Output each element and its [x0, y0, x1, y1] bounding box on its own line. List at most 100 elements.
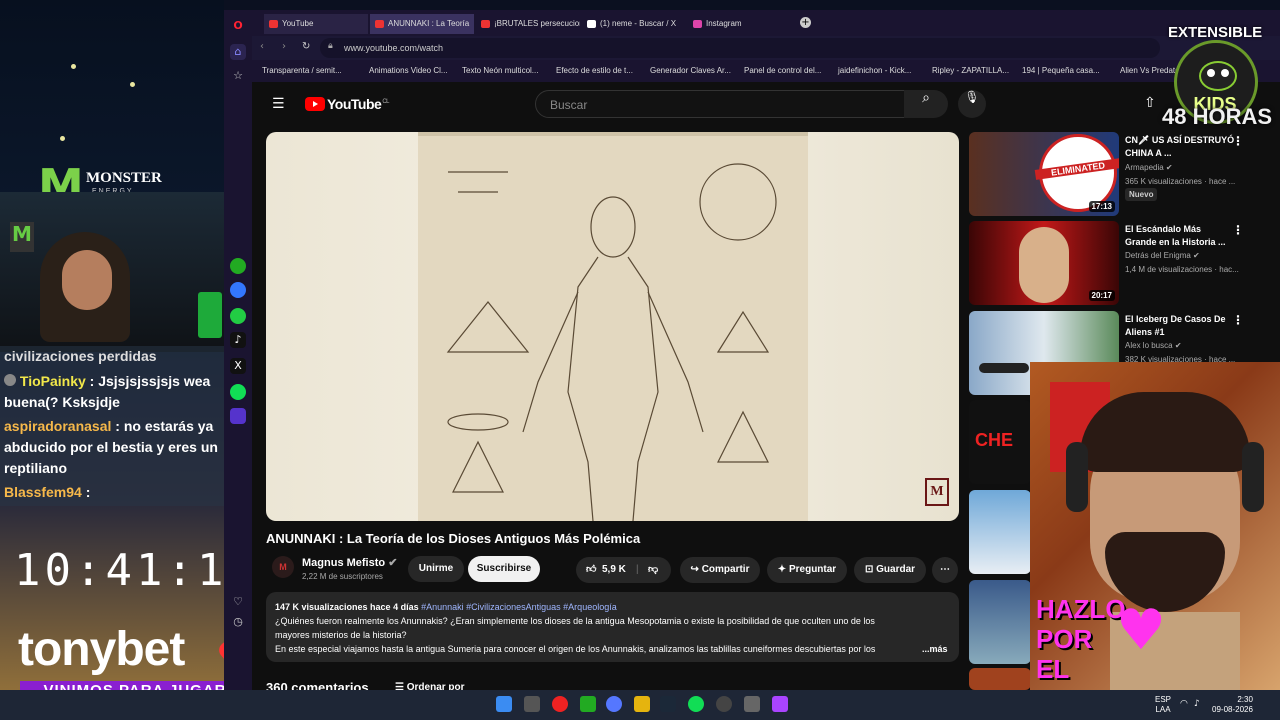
- tab-bar: YouTube ANUNNAKI : La Teoría ¡BRUTALES p…: [252, 10, 1280, 36]
- new-tab-button[interactable]: +: [800, 17, 811, 28]
- bookmark[interactable]: Transparenta / semit...: [262, 66, 342, 75]
- webcam-feed: M: [0, 192, 224, 352]
- home-icon[interactable]: ⌂: [230, 44, 246, 60]
- sparkle-icon: ✦: [777, 564, 789, 575]
- star-icon[interactable]: ☆: [230, 68, 246, 84]
- tab-instagram[interactable]: Instagram: [688, 14, 792, 34]
- app-icon[interactable]: [772, 696, 788, 712]
- bookmark-icon: ⊡: [864, 564, 877, 575]
- bookmark[interactable]: Alien Vs Predator: [1120, 66, 1182, 75]
- bookmark[interactable]: Panel de control del...: [744, 66, 821, 75]
- x-icon[interactable]: X: [230, 358, 246, 374]
- menu-icon[interactable]: ☰: [272, 96, 285, 112]
- more-actions-button[interactable]: ⋯: [932, 557, 958, 583]
- player-icon[interactable]: [230, 408, 246, 424]
- app-icon[interactable]: [744, 696, 760, 712]
- xbox-icon[interactable]: [580, 696, 596, 712]
- bookmark[interactable]: Generador Claves Ar...: [650, 66, 731, 75]
- reload-icon[interactable]: ↻: [302, 41, 310, 52]
- bookmark[interactable]: Texto Neón multicol...: [462, 66, 538, 75]
- bookmark[interactable]: 194 | Pequeña casa...: [1022, 66, 1100, 75]
- recommended-thumbnail[interactable]: ELIMINATED 17:13: [969, 132, 1119, 216]
- heart-icon[interactable]: ♡: [230, 594, 246, 610]
- video-description[interactable]: 147 K visualizaciones hace 4 días #Anunn…: [266, 592, 959, 662]
- emoji-icon: [4, 374, 16, 386]
- share-icon: ↪: [690, 564, 702, 575]
- recommended-title[interactable]: El Iceberg De Casos De Aliens #1: [1125, 313, 1235, 339]
- share-button[interactable]: ↪ Compartir: [680, 557, 760, 583]
- discord-icon[interactable]: [606, 696, 622, 712]
- view-stats: 147 K visualizaciones hace 4 días: [275, 602, 419, 612]
- bookmark[interactable]: Ripley - ZAPATILLA...: [932, 66, 1009, 75]
- obs-icon[interactable]: [716, 696, 732, 712]
- more-options-icon[interactable]: ⋮: [1232, 134, 1244, 148]
- tab-x-search[interactable]: (1) neme - Buscar / X: [582, 14, 686, 34]
- volume-icon[interactable]: ♪: [1194, 699, 1200, 709]
- spotify-icon[interactable]: [230, 384, 246, 400]
- language-indicator[interactable]: ESP LAA: [1155, 695, 1171, 715]
- bookmark[interactable]: Efecto de estilo de t...: [556, 66, 633, 75]
- channel-name[interactable]: Magnus Mefisto ✔︎: [302, 556, 397, 569]
- voice-search-button[interactable]: 🎙︎: [958, 90, 986, 118]
- recommended-title[interactable]: El Escándalo Más Grande en la Historia .…: [1125, 223, 1235, 249]
- like-icon[interactable]: 👍︎: [586, 557, 596, 583]
- youtube-logo[interactable]: YouTubeCL: [305, 96, 389, 112]
- tab-anunnaki[interactable]: ANUNNAKI : La Teoría: [370, 14, 474, 34]
- recommended-thumbnail[interactable]: [969, 668, 1031, 690]
- dislike-icon[interactable]: 👎︎: [648, 557, 658, 583]
- channel-avatar[interactable]: M: [272, 556, 294, 578]
- back-icon[interactable]: ‹: [260, 41, 264, 52]
- tiktok-icon[interactable]: ♪: [230, 332, 246, 348]
- more-options-icon[interactable]: ⋮: [1232, 313, 1244, 327]
- stream-chat: civilizaciones perdidas TioPainky : Jsjs…: [0, 346, 224, 506]
- opera-icon[interactable]: O: [230, 18, 246, 34]
- start-icon[interactable]: [496, 696, 512, 712]
- search-button[interactable]: ⌕: [904, 90, 948, 118]
- extensible-label: EXTENSIBLE: [1168, 24, 1263, 41]
- recommended-thumbnail[interactable]: [969, 580, 1031, 664]
- chat-message: civilizaciones perdidas: [4, 348, 157, 364]
- channel-watermark: M: [925, 478, 949, 506]
- folder-icon[interactable]: [634, 696, 650, 712]
- heart-plus-icon: ♥: [1115, 598, 1167, 663]
- new-badge: Nuevo: [1125, 188, 1158, 201]
- recommended-channel: Armapedia ✔︎: [1125, 163, 1173, 172]
- whatsapp-small-icon[interactable]: [230, 258, 246, 274]
- url-field[interactable]: 🔒︎ www.youtube.com/watch: [320, 38, 1160, 58]
- recommended-thumbnail[interactable]: CHE: [969, 400, 1031, 484]
- tab-youtube[interactable]: YouTube: [264, 14, 368, 34]
- subscribe-button[interactable]: Suscribirse: [468, 556, 540, 582]
- chat-message: TioPainky : Jsjsjsjssjsjs wea buena(? Ks…: [4, 373, 211, 410]
- forward-icon[interactable]: ›: [282, 41, 286, 52]
- video-thumbnail: [418, 132, 808, 522]
- show-more-link[interactable]: ...más: [922, 642, 948, 656]
- upload-icon[interactable]: ⇧: [1144, 95, 1156, 111]
- bookmark[interactable]: Animations Video Cl...: [369, 66, 448, 75]
- whatsapp-icon[interactable]: [230, 308, 246, 324]
- mic-icon: 🎙︎: [964, 90, 980, 104]
- messenger-icon[interactable]: [230, 282, 246, 298]
- opera-taskbar-icon[interactable]: [552, 696, 568, 712]
- wifi-icon[interactable]: ◠: [1180, 699, 1188, 709]
- ask-button[interactable]: ✦ Preguntar: [767, 557, 847, 583]
- recommended-thumbnail[interactable]: [969, 490, 1031, 574]
- save-button[interactable]: ⊡ Guardar: [854, 557, 926, 583]
- task-view-icon[interactable]: [524, 696, 540, 712]
- tab-brutales[interactable]: ¡BRUTALES persecuciones: [476, 14, 580, 34]
- recommended-channel: Detrás del Enigma ✔︎: [1125, 251, 1200, 260]
- history-icon[interactable]: ◷: [230, 614, 246, 630]
- hashtags[interactable]: #Anunnaki #CivilizacionesAntiguas #Arque…: [421, 602, 617, 612]
- recommended-views: 365 K visualizaciones · hace ...: [1125, 177, 1236, 186]
- steam-icon[interactable]: [660, 696, 676, 712]
- search-input[interactable]: Buscar: [535, 90, 905, 118]
- bookmark[interactable]: jaidefinichon - Kick...: [838, 66, 911, 75]
- spotify-taskbar-icon[interactable]: [688, 696, 704, 712]
- recommended-thumbnail[interactable]: 20:17: [969, 221, 1119, 305]
- recommended-title[interactable]: CN🗡 US ASÍ DESTRUYÓ CHINA A ...: [1125, 134, 1235, 160]
- more-options-icon[interactable]: ⋮: [1232, 223, 1244, 237]
- like-count[interactable]: 5,9 K: [602, 557, 626, 583]
- clock-date[interactable]: 2:30 09-08-2026: [1212, 695, 1253, 715]
- subscriber-count: 2,22 M de suscriptores: [302, 572, 383, 581]
- chat-message: Blassfem94 :: [4, 484, 91, 500]
- join-button[interactable]: Unirme: [408, 556, 464, 582]
